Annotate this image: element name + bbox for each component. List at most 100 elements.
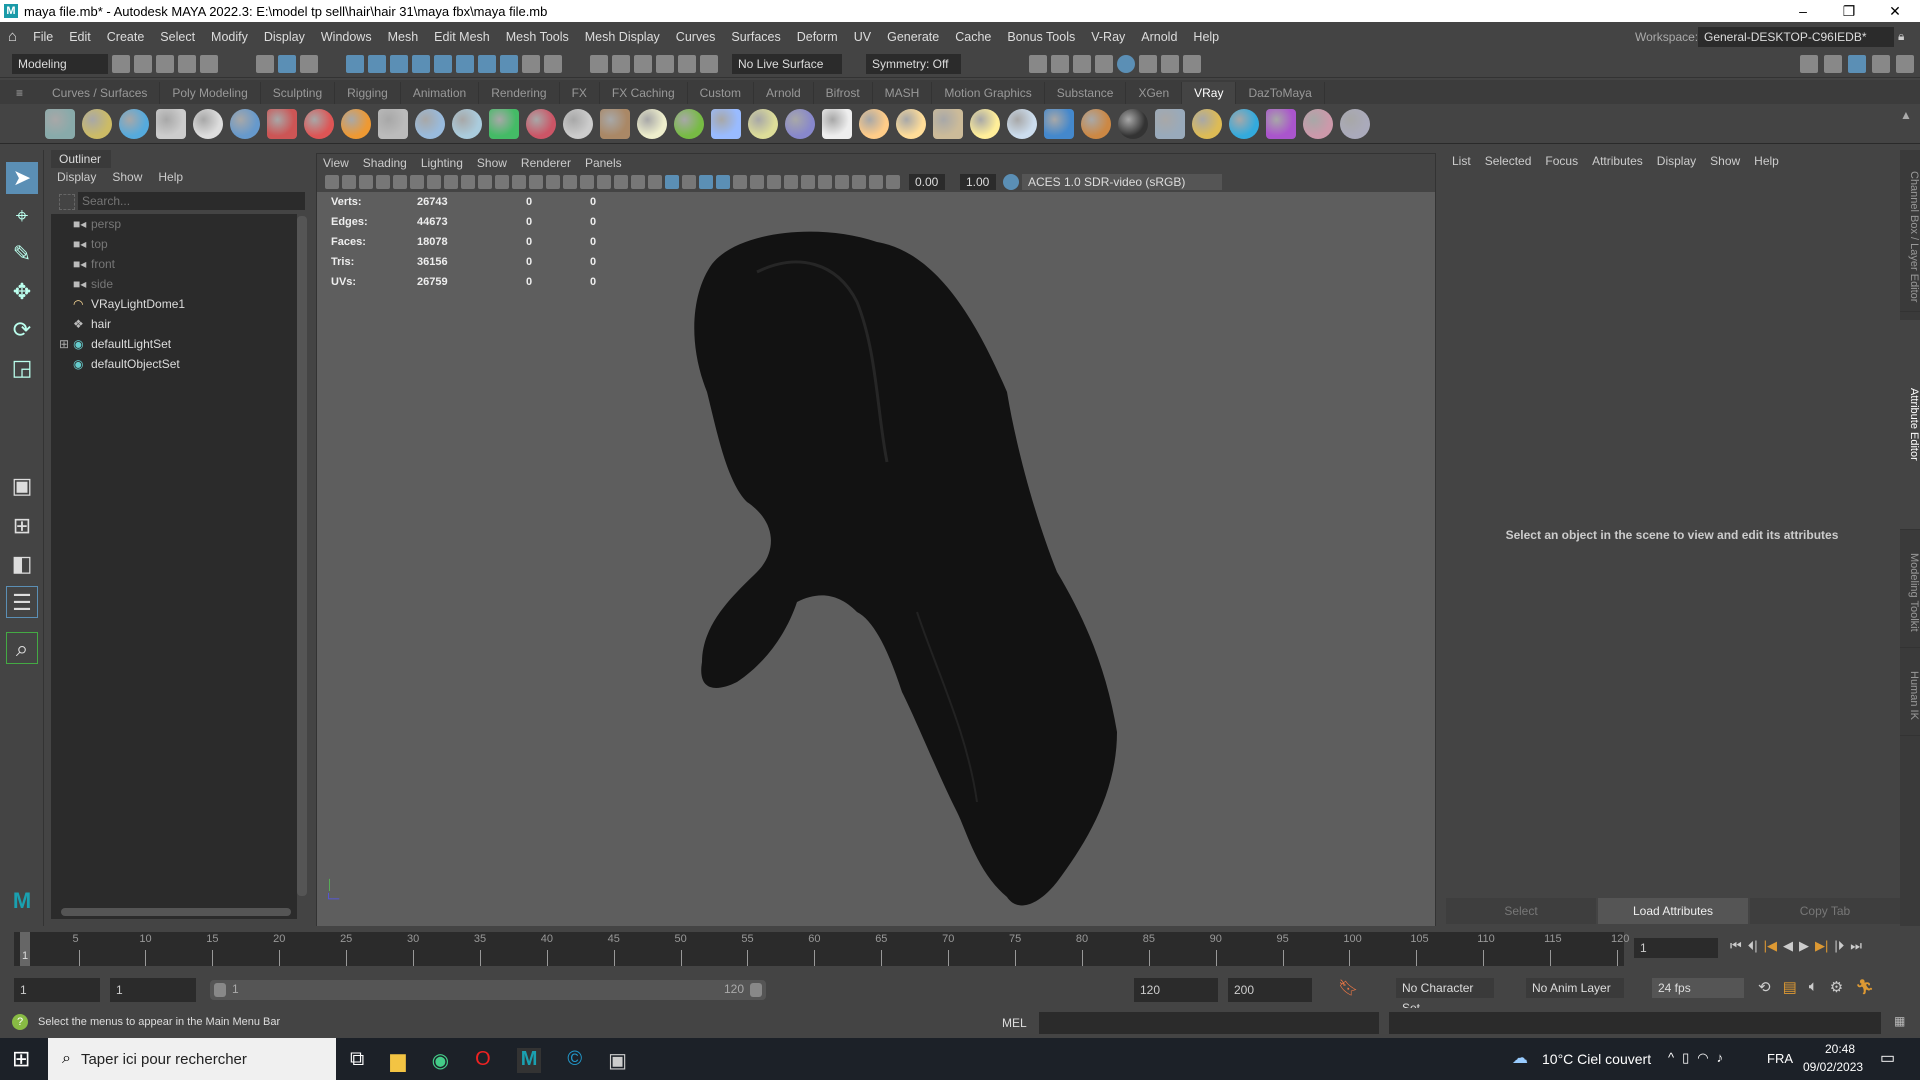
animation-start-field[interactable]: 1	[14, 978, 100, 1002]
paint-select-tool-icon[interactable]: ✎	[6, 238, 38, 270]
menu-select[interactable]: Select	[152, 30, 203, 44]
shelf-tool-icon[interactable]	[1192, 108, 1222, 139]
ae-menu-display[interactable]: Display	[1657, 154, 1696, 168]
close-button[interactable]: ✕	[1872, 0, 1918, 22]
history-icon[interactable]	[590, 55, 608, 73]
range-start-handle[interactable]	[214, 983, 226, 997]
command-language-toggle[interactable]: MEL	[1002, 1016, 1027, 1030]
menu-help[interactable]: Help	[1185, 30, 1227, 44]
menu-uv[interactable]: UV	[846, 30, 879, 44]
weather-icon[interactable]: ☁	[1512, 1048, 1528, 1068]
viewport-tool-icon[interactable]	[427, 175, 441, 189]
command-input[interactable]	[1039, 1012, 1379, 1034]
outliner-menu-show[interactable]: Show	[112, 170, 142, 184]
shelf-tool-icon[interactable]	[1229, 108, 1259, 139]
shelf-tool-icon[interactable]	[341, 108, 371, 139]
select-hierarchy-icon[interactable]	[256, 55, 274, 73]
shelf-tab-curves-surfaces[interactable]: Curves / Surfaces	[40, 82, 161, 104]
shelf-tab-fx-caching[interactable]: FX Caching	[600, 82, 688, 104]
shelf-tool-icon[interactable]	[1118, 108, 1148, 139]
shelf-tool-icon[interactable]	[304, 108, 334, 139]
minimize-button[interactable]: –	[1780, 0, 1826, 22]
menu-deform[interactable]: Deform	[789, 30, 846, 44]
shelf-tool-icon[interactable]	[193, 108, 223, 139]
playback-end-field[interactable]: 120	[1134, 978, 1218, 1002]
opera-icon[interactable]: O	[475, 1048, 491, 1073]
cache-playback-icon[interactable]: ▤	[1783, 978, 1797, 996]
viewport-tool-icon[interactable]	[325, 175, 339, 189]
clock-date[interactable]: 09/02/2023	[1803, 1060, 1863, 1074]
viewport-tool-icon[interactable]	[546, 175, 560, 189]
ae-menu-focus[interactable]: Focus	[1545, 154, 1578, 168]
transform-icon[interactable]	[700, 55, 718, 73]
tray-icons[interactable]: ^▯◠♪	[1668, 1050, 1731, 1066]
shelf-tab-rigging[interactable]: Rigging	[335, 82, 401, 104]
shelf-tab-fx[interactable]: FX	[560, 82, 600, 104]
shelf-tool-icon[interactable]	[674, 108, 704, 139]
viewport-tool-icon[interactable]	[563, 175, 577, 189]
menu-v-ray[interactable]: V-Ray	[1083, 30, 1133, 44]
viewport-tool-icon[interactable]	[818, 175, 832, 189]
outliner-item[interactable]: ■◂ front	[51, 254, 297, 274]
outliner-tab[interactable]: Outliner	[51, 150, 111, 168]
outliner-hscrollbar[interactable]	[61, 908, 291, 916]
shelf-tool-icon[interactable]	[1155, 108, 1185, 139]
tool-settings-icon[interactable]	[1872, 55, 1890, 73]
shelf-tool-icon[interactable]	[452, 108, 482, 139]
gamma-field[interactable]: 1.00	[960, 174, 996, 190]
shelf-tab-rendering[interactable]: Rendering	[479, 82, 560, 104]
shelf-tab-vray[interactable]: VRay	[1182, 82, 1237, 104]
viewport-menu-renderer[interactable]: Renderer	[521, 154, 571, 172]
mode-dropdown[interactable]: Modeling	[12, 54, 108, 74]
shelf-tool-icon[interactable]	[1266, 108, 1296, 139]
menu-mesh-display[interactable]: Mesh Display	[577, 30, 668, 44]
workspace-dropdown[interactable]: General-DESKTOP-C96IEDB*	[1698, 26, 1894, 47]
viewport-tool-icon[interactable]	[529, 175, 543, 189]
hypershade-icon[interactable]	[1117, 55, 1135, 73]
play-forwards-icon[interactable]: ▶	[1799, 938, 1809, 954]
modeling-toolkit-icon[interactable]	[1800, 55, 1818, 73]
viewport-tool-icon[interactable]	[342, 175, 356, 189]
shelf-tool-icon[interactable]	[378, 108, 408, 139]
snap-surface-icon[interactable]	[434, 55, 452, 73]
monitor-app-icon[interactable]: ▣	[608, 1048, 627, 1073]
symmetry-dropdown[interactable]: Symmetry: Off	[866, 54, 961, 74]
shelf-tool-icon[interactable]	[970, 108, 1000, 139]
viewport-tool-icon[interactable]	[699, 175, 713, 189]
viewport-tool-icon[interactable]	[376, 175, 390, 189]
shelf-tool-icon[interactable]	[600, 108, 630, 139]
shelf-tool-icon[interactable]	[119, 108, 149, 139]
menu-display[interactable]: Display	[256, 30, 313, 44]
shelf-tool-icon[interactable]	[896, 108, 926, 139]
viewport-menu-view[interactable]: View	[323, 154, 349, 172]
persp-outliner-layout-icon[interactable]: ◧	[6, 548, 38, 580]
load-attributes-button[interactable]: Load Attributes	[1598, 898, 1748, 924]
lasso-tool-icon[interactable]: ⌖	[6, 200, 38, 232]
shelf-tool-icon[interactable]	[1340, 108, 1370, 139]
shelf-tool-icon[interactable]	[156, 108, 186, 139]
construction-history-icon[interactable]	[612, 55, 630, 73]
sound-icon[interactable]: 🔈︎	[1809, 978, 1818, 996]
current-frame-field[interactable]: 1	[1634, 938, 1718, 958]
viewport-tool-icon[interactable]	[444, 175, 458, 189]
menu-bonus-tools[interactable]: Bonus Tools	[999, 30, 1083, 44]
range-bar[interactable]: 1 120	[210, 980, 766, 1000]
viewport-3d[interactable]: Verts: 26743 0 0 Edges: 44673 0 0 Faces: 18078 0 0 T…	[317, 192, 1435, 926]
menu-mesh-tools[interactable]: Mesh Tools	[498, 30, 577, 44]
shelf-tool-icon[interactable]	[637, 108, 667, 139]
ipr-render-icon[interactable]	[1073, 55, 1091, 73]
outliner-item[interactable]: ⊞ ◉ defaultLightSet	[51, 334, 297, 354]
viewport-tool-icon[interactable]	[886, 175, 900, 189]
shelf-scroll-icon[interactable]: ▲	[1900, 108, 1912, 122]
shelf-tool-icon[interactable]	[933, 108, 963, 139]
menu-mesh[interactable]: Mesh	[380, 30, 427, 44]
viewport-tool-icon[interactable]	[410, 175, 424, 189]
menu-edit[interactable]: Edit	[61, 30, 99, 44]
shelf-tab-poly-modeling[interactable]: Poly Modeling	[160, 82, 261, 104]
viewport-tool-icon[interactable]	[631, 175, 645, 189]
menu-create[interactable]: Create	[99, 30, 153, 44]
play-backwards-icon[interactable]: ◀	[1783, 938, 1793, 954]
shelf-tab-custom[interactable]: Custom	[688, 82, 754, 104]
filter-icon[interactable]	[59, 194, 75, 210]
viewport-menu-lighting[interactable]: Lighting	[421, 154, 463, 172]
